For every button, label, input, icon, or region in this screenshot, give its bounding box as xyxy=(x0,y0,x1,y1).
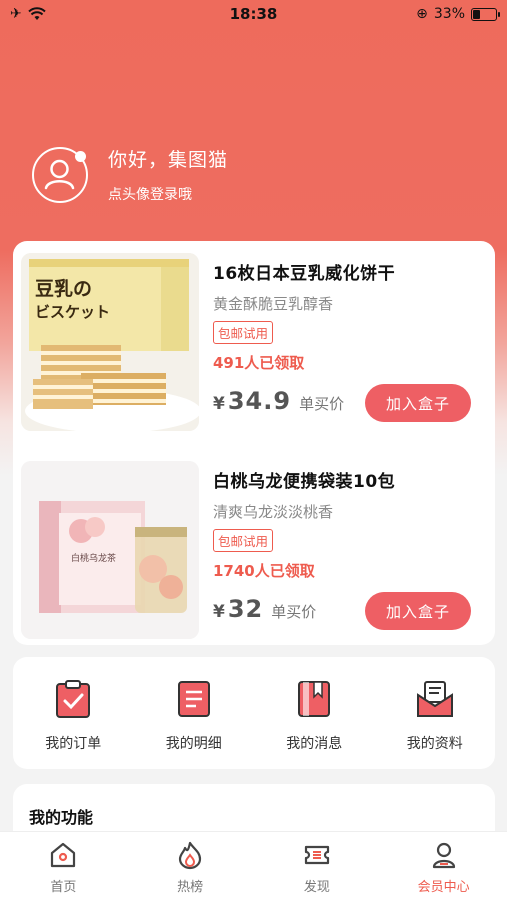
mail-profile-icon xyxy=(416,681,453,717)
nav-label: 发现 xyxy=(303,880,330,895)
status-right: ⊕ 33% xyxy=(416,6,500,22)
add-to-box-button[interactable]: 加入盒子 xyxy=(365,592,471,630)
home-icon xyxy=(51,842,76,868)
battery-percent: 33% xyxy=(433,6,465,22)
shipping-tag: 包邮试用 xyxy=(213,321,274,344)
profile-header: 你好，集图猫 点头像登录哦 xyxy=(32,145,228,204)
product-title[interactable]: 白桃乌龙便携袋装10包 xyxy=(213,467,487,492)
product-item[interactable]: 豆乳の ビスケット 16枚日本豆乳威化饼干 黄金酥脆豆乳醇香 包邮试用 491人… xyxy=(21,245,487,431)
quick-action-label: 我的资料 xyxy=(406,736,463,752)
product-image[interactable]: 豆乳の ビスケット xyxy=(21,253,199,431)
battery-icon xyxy=(471,7,500,21)
product-info: 16枚日本豆乳威化饼干 黄金酥脆豆乳醇香 包邮试用 491人已领取 xyxy=(213,259,487,373)
quick-action-messages[interactable]: 我的消息 xyxy=(254,657,375,769)
claimed-count: 491人已领取 xyxy=(213,354,305,372)
svg-text:ビスケット: ビスケット xyxy=(35,304,110,321)
ticket-icon xyxy=(304,845,329,865)
flame-icon xyxy=(179,841,202,870)
greeting: 你好，集图猫 xyxy=(108,149,229,171)
price-label: 单买价 xyxy=(271,603,317,621)
price: 32 xyxy=(227,595,264,623)
user-icon xyxy=(432,842,455,869)
quick-action-profile[interactable]: 我的资料 xyxy=(375,657,496,769)
price: 34.9 xyxy=(227,387,292,415)
status-bar: ✈ 18:38 ⊕ 33% xyxy=(0,0,507,30)
product-title[interactable]: 16枚日本豆乳威化饼干 xyxy=(213,259,487,284)
wafer-biscuit-illustration: 豆乳の ビスケット xyxy=(21,253,199,431)
nav-hot[interactable]: 热榜 xyxy=(127,832,254,900)
document-list-icon xyxy=(177,681,210,717)
quick-action-label: 我的明细 xyxy=(165,736,222,752)
functions-title: 我的功能 xyxy=(29,808,94,827)
product-card: 豆乳の ビスケット 16枚日本豆乳威化饼干 黄金酥脆豆乳醇香 包邮试用 491人… xyxy=(13,241,495,645)
product-subtitle: 黄金酥脆豆乳醇香 xyxy=(213,295,334,313)
peach-oolong-tea-illustration: 白桃乌龙茶 xyxy=(21,461,199,639)
svg-text:豆乳の: 豆乳の xyxy=(35,277,92,300)
nav-label: 热榜 xyxy=(177,880,204,895)
product-item[interactable]: 白桃乌龙茶 白桃乌龙便携袋装10包 清爽乌龙淡淡桃香 包邮试用 1740人已领取… xyxy=(21,453,487,639)
avatar[interactable] xyxy=(32,146,88,203)
add-to-box-button[interactable]: 加入盒子 xyxy=(365,384,471,422)
nav-label: 会员中心 xyxy=(417,880,470,895)
nav-discover[interactable]: 发现 xyxy=(254,832,381,900)
bookmark-book-icon xyxy=(298,681,331,717)
price-label: 单买价 xyxy=(299,395,345,413)
quick-action-details[interactable]: 我的明细 xyxy=(134,657,255,769)
quick-action-label: 我的订单 xyxy=(45,736,102,752)
product-subtitle: 清爽乌龙淡淡桃香 xyxy=(213,503,334,521)
svg-text:白桃乌龙茶: 白桃乌龙茶 xyxy=(71,552,116,564)
nav-label: 首页 xyxy=(50,880,77,895)
quick-action-label: 我的消息 xyxy=(286,736,343,752)
currency-symbol: ¥ xyxy=(213,394,225,414)
price-row: ¥ 34.9 单买价 xyxy=(213,387,344,415)
quick-action-orders[interactable]: 我的订单 xyxy=(13,657,134,769)
clipboard-check-icon xyxy=(56,680,91,718)
nav-member-center[interactable]: 会员中心 xyxy=(380,832,507,900)
quick-actions: 我的订单 我的明细 我的消息 我的资料 xyxy=(13,657,495,769)
claimed-count: 1740人已领取 xyxy=(213,562,315,580)
currency-symbol: ¥ xyxy=(213,602,225,622)
profile-text: 你好，集图猫 点头像登录哦 xyxy=(108,145,228,204)
battery-fill xyxy=(473,9,480,19)
product-image[interactable]: 白桃乌龙茶 xyxy=(21,461,199,639)
login-hint[interactable]: 点头像登录哦 xyxy=(108,184,228,204)
orientation-lock-icon: ⊕ xyxy=(416,6,428,22)
product-info: 白桃乌龙便携袋装10包 清爽乌龙淡淡桃香 包邮试用 1740人已领取 xyxy=(213,467,487,581)
shipping-tag: 包邮试用 xyxy=(213,529,274,552)
bottom-nav: 首页 热榜 发现 会员中心 xyxy=(0,831,507,900)
notification-dot xyxy=(75,150,86,162)
nav-home[interactable]: 首页 xyxy=(0,832,127,900)
price-row: ¥ 32 单买价 xyxy=(213,595,316,623)
